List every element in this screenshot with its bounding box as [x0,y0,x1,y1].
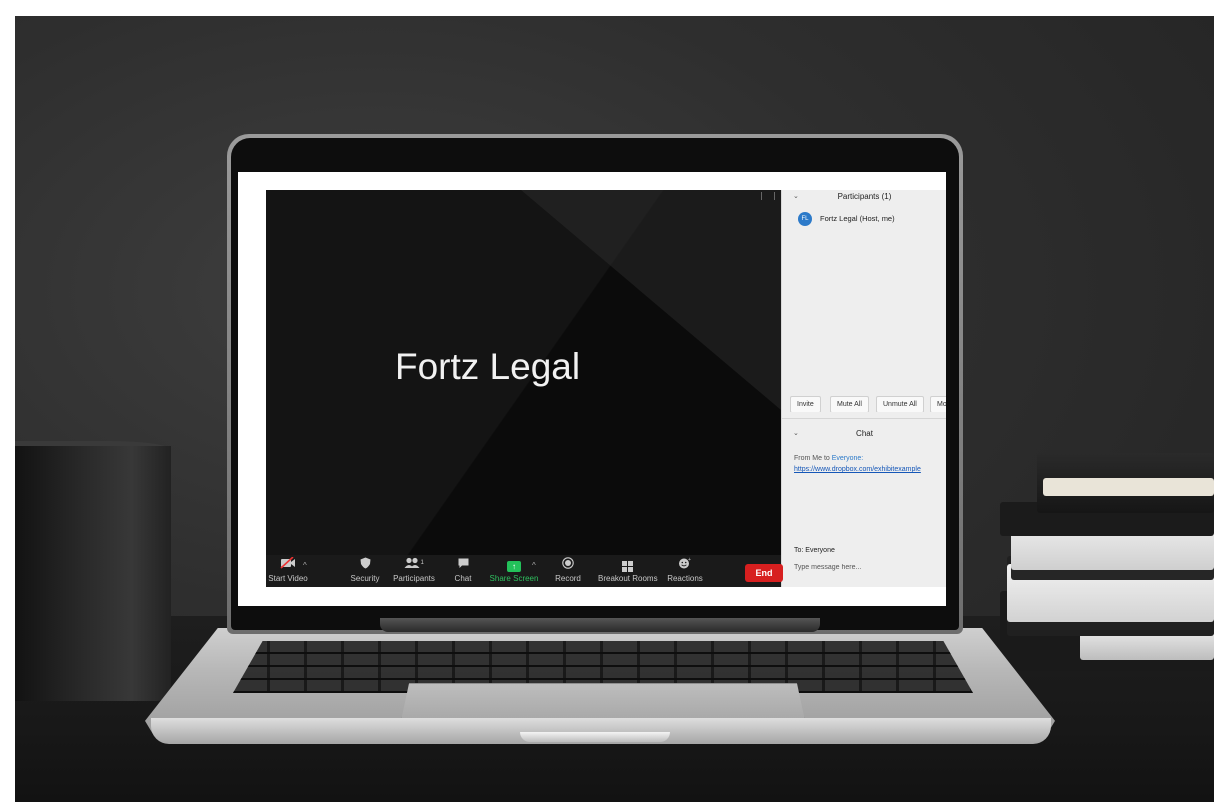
zoom-window: Fortz Legal Start Video ^ Security 1 Par… [238,172,946,606]
share-options-chevron-icon[interactable]: ^ [532,561,536,570]
fullscreen-icon[interactable] [761,192,775,200]
chat-recipient[interactable]: Everyone: [832,455,864,462]
laptop-trackpad [401,683,805,721]
chat-title: Chat [856,429,873,438]
record-button[interactable]: Record [551,555,585,587]
shield-icon [345,557,385,574]
meeting-toolbar: Start Video ^ Security 1 Participants Ch… [266,555,783,587]
participants-button[interactable]: 1 Participants [392,555,436,587]
invite-button[interactable]: Invite [790,396,821,412]
participant-actions: Invite Mute All Unmute All Mo [782,396,946,412]
chat-button[interactable]: Chat [448,555,478,587]
avatar: FL [798,212,812,226]
collapse-chevron-icon[interactable]: ⌄ [793,427,799,441]
participant-name: Fortz Legal (Host, me) [820,214,895,223]
coffee-mug [15,446,171,701]
host-name: Fortz Legal [395,346,581,387]
chat-header: ⌄ Chat [782,427,946,441]
security-button[interactable]: Security [345,555,385,587]
share-arrow-icon: ↑ [507,561,521,572]
unmute-all-button[interactable]: Unmute All [876,396,924,412]
record-icon [551,557,585,574]
participant-row[interactable]: FL Fortz Legal (Host, me) [798,212,946,226]
video-area: Fortz Legal Start Video ^ Security 1 Par… [266,190,783,587]
chat-recipient-select[interactable]: To: Everyone [794,547,835,554]
chat-bubble-icon [448,557,478,574]
end-meeting-button[interactable]: End [745,564,783,582]
svg-text:+: + [688,557,691,563]
start-video-button[interactable]: Start Video [266,555,310,587]
laptop-hinge [380,618,820,632]
reactions-button[interactable]: + Reactions [666,555,704,587]
chat-message-input[interactable] [792,560,946,574]
more-button[interactable]: Mo [930,396,946,412]
participants-title: Participants (1) [837,192,892,201]
chat-message-link[interactable]: https://www.dropbox.com/exhibitexample [794,466,921,473]
collapse-chevron-icon[interactable]: ⌄ [793,190,799,204]
participants-header: ⌄ Participants (1) [782,190,946,204]
participants-count: 1 [421,560,425,566]
share-screen-button[interactable]: ↑ Share Screen [489,555,539,587]
participants-icon: 1 [392,557,436,574]
mute-all-button[interactable]: Mute All [830,396,869,412]
grid-icon [621,561,633,572]
book-pages [1080,632,1214,660]
laptop-notch [520,732,670,742]
breakout-rooms-button[interactable]: Breakout Rooms [598,555,658,587]
video-options-chevron-icon[interactable]: ^ [303,561,307,570]
smiley-icon: + [666,557,704,574]
side-panel: ⌄ Participants (1) FL Fortz Legal (Host,… [781,190,946,587]
panel-divider [782,418,946,419]
chat-sender-line: From Me to Everyone: [794,455,864,462]
book-pages [1043,478,1214,496]
